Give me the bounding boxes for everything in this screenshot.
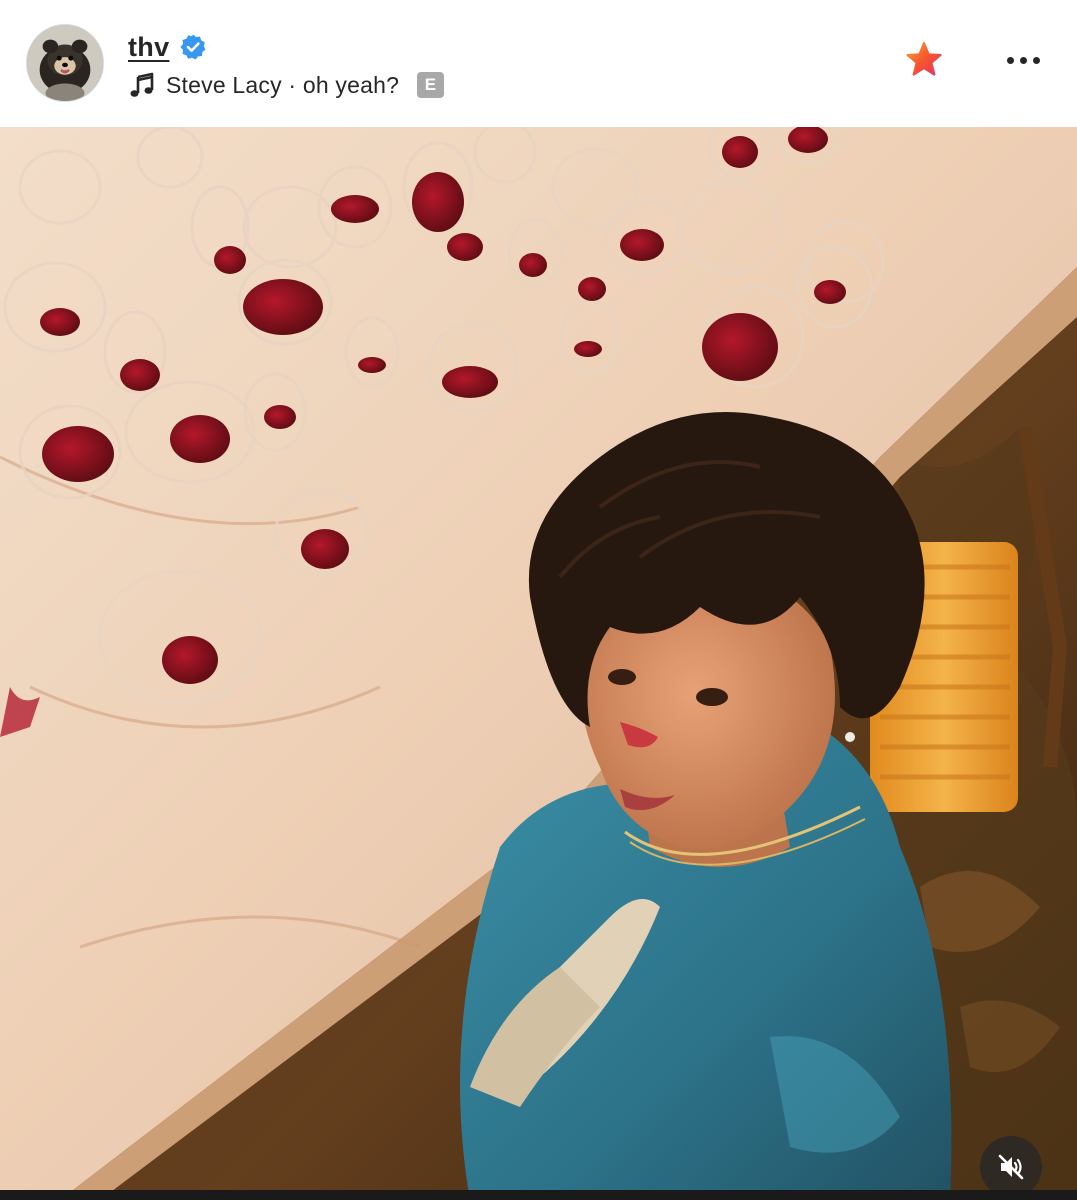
more-options-icon[interactable] <box>1000 44 1046 76</box>
avatar-image <box>27 25 103 101</box>
username-row: thv <box>128 30 207 64</box>
mute-toggle-button[interactable] <box>980 1136 1042 1198</box>
explicit-badge: E <box>417 72 445 98</box>
more-dot <box>1019 56 1027 64</box>
avatar[interactable] <box>26 24 104 102</box>
speaker-muted-icon <box>998 1154 1024 1180</box>
bottom-edge <box>0 1190 1077 1200</box>
post-header: thv Steve Lacy · oh yeah? E <box>0 0 1077 127</box>
photo-scene <box>0 127 1077 1200</box>
verified-badge-icon <box>180 34 206 60</box>
instagram-post: thv Steve Lacy · oh yeah? E <box>0 0 1077 1200</box>
post-photo[interactable] <box>0 127 1077 1200</box>
music-attribution[interactable]: Steve Lacy · oh yeah? E <box>128 68 445 102</box>
music-note-icon <box>130 72 154 97</box>
more-dot <box>1032 56 1040 64</box>
star-icon[interactable] <box>904 40 944 80</box>
music-track-label: Steve Lacy · oh yeah? <box>166 71 400 98</box>
username-link[interactable]: thv <box>128 32 169 63</box>
more-dot <box>1006 56 1014 64</box>
